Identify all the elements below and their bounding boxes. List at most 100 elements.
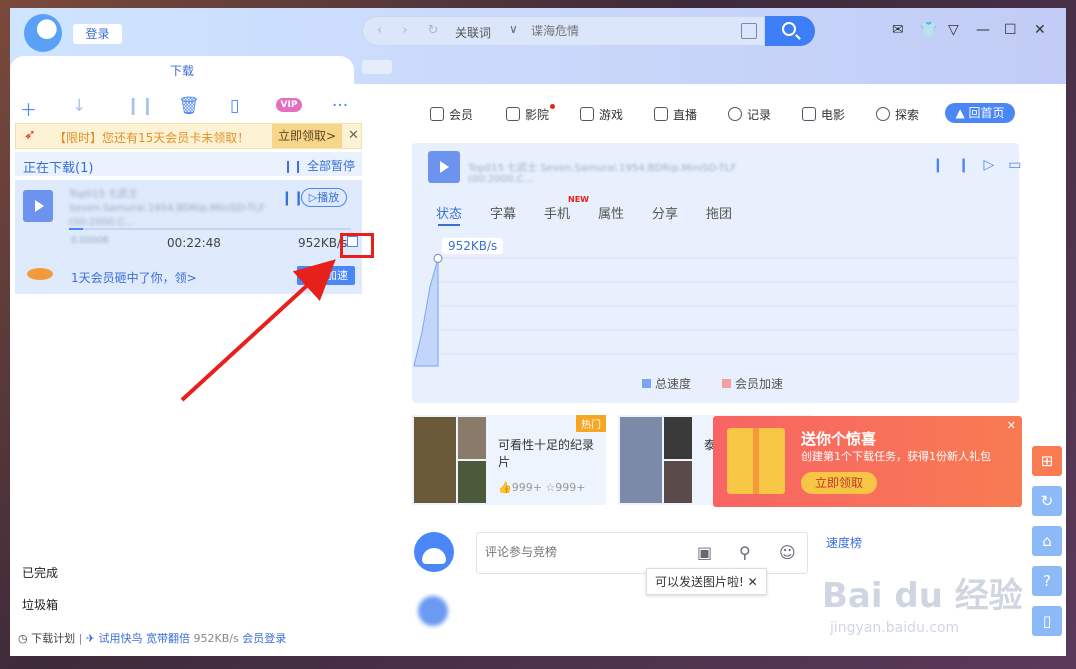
download-plan-link[interactable]: 下载计划 — [31, 632, 75, 645]
nav-explore[interactable]: 探索 — [876, 106, 919, 123]
gift-float-icon[interactable]: ⊞ — [1032, 446, 1062, 476]
download-progress — [69, 228, 351, 230]
tab-ghost[interactable] — [362, 60, 392, 74]
refresh-float-icon[interactable]: ↻ — [1032, 486, 1062, 516]
rank-title[interactable]: 速度榜 — [826, 534, 862, 551]
clock-icon: ◷ — [18, 632, 28, 645]
menu-icon[interactable]: ▽ — [948, 22, 959, 38]
tab-group[interactable]: 拖团 — [706, 203, 732, 222]
nav-arrows-icon[interactable]: ‹ › ↻ — [377, 23, 447, 38]
compass-icon — [876, 107, 890, 121]
play-icon[interactable]: ▷ — [983, 157, 1008, 173]
title-bar: 登录 ‹ › ↻ 关联词 ∨ ✉ 👕 ▽ — ☐ ✕ 下载 — [10, 8, 1066, 86]
video-file-icon — [428, 151, 460, 183]
more-icon[interactable]: ··· — [332, 96, 348, 116]
app-window: 登录 ‹ › ↻ 关联词 ∨ ✉ 👕 ▽ — ☐ ✕ 下载 ＋ ↓ ❙❙ 🗑 ▯… — [10, 8, 1066, 656]
gift-box-icon — [727, 428, 785, 494]
series-total-area — [413, 258, 439, 367]
download-icon[interactable]: ↓ — [72, 96, 86, 116]
recommend-card[interactable]: 热门 可看性十足的纪录片 👍999+ ☆999+ — [412, 415, 606, 505]
nav-cinema[interactable]: 影院 — [506, 104, 555, 123]
tab-underline — [438, 224, 460, 226]
poster-image — [620, 417, 662, 503]
game-icon — [580, 107, 594, 121]
search-button[interactable] — [765, 16, 815, 46]
speed-data-label: 952KB/s — [442, 238, 504, 254]
search-bar: ‹ › ↻ 关联词 ∨ — [362, 16, 765, 46]
completed-link[interactable]: 已完成 — [22, 564, 58, 581]
tab-download[interactable]: 下载 — [10, 56, 354, 86]
trial-link[interactable]: 试用快鸟 宽带翻倍 — [99, 632, 191, 645]
super-accel-button[interactable]: 超级加速 — [297, 266, 355, 285]
chevron-down-icon[interactable]: ∨ — [509, 22, 518, 36]
trash-link[interactable]: 垃圾箱 — [22, 596, 58, 613]
gift-close-icon[interactable]: ✕ — [1007, 419, 1016, 432]
task-file-name: Top015 七武士 Seven.Samurai.1954.BDRip.Mini… — [468, 163, 737, 185]
download-item[interactable]: Top015 七武士 Seven.Samurai.1954.BDRip.Mini… — [15, 180, 362, 294]
gift-claim-button[interactable]: 立即领取 — [801, 472, 877, 494]
promo-close-icon[interactable]: ✕ — [348, 128, 359, 143]
login-button[interactable]: 登录 — [73, 24, 122, 44]
search-input[interactable] — [531, 22, 731, 40]
downloading-header: 正在下载(1) ❙❙ 全部暂停 — [15, 152, 362, 176]
pause-icon[interactable]: ❙❙ — [932, 157, 983, 173]
tooltip-close-icon[interactable]: ✕ — [748, 575, 758, 589]
clipboard-icon[interactable] — [741, 23, 757, 39]
comment-input[interactable] — [485, 545, 685, 559]
minimize-icon[interactable]: — — [976, 22, 990, 38]
trash-icon[interactable]: 🗑 — [178, 96, 200, 116]
legend-swatch-member — [722, 379, 731, 388]
favs-count: 999+ — [555, 481, 586, 494]
likes-count: 999+ — [511, 481, 542, 494]
close-icon[interactable]: ✕ — [1034, 22, 1046, 38]
link-icon[interactable]: ⚲ — [739, 543, 751, 562]
poster-collage — [412, 415, 486, 505]
nav-live[interactable]: 直播 — [654, 106, 697, 123]
legend-member-label: 会员加速 — [735, 377, 784, 391]
home-button[interactable]: ▲ 回首页 — [945, 103, 1015, 123]
mail-icon[interactable]: ✉ — [892, 22, 904, 38]
vip-icon[interactable]: VIP — [276, 98, 302, 112]
nav-live-label: 直播 — [673, 108, 698, 122]
tab-download-label: 下载 — [170, 64, 195, 78]
nav-movie[interactable]: 电影 — [802, 106, 845, 123]
pause-icon[interactable]: ❙❙ — [126, 96, 155, 116]
phone-icon[interactable]: ▯ — [230, 96, 239, 116]
download-toolbar: ＋ ↓ ❙❙ 🗑 ▯ VIP ··· — [10, 94, 362, 122]
remaining-time: 00:22:48 — [167, 236, 221, 250]
nav-history[interactable]: 记录 — [728, 106, 771, 123]
member-login-link[interactable]: 会员登录 — [242, 632, 286, 645]
nav-game[interactable]: 游戏 — [580, 106, 623, 123]
nav-member[interactable]: 会员 — [430, 106, 473, 123]
skin-icon[interactable]: 👕 — [920, 22, 937, 38]
card-title: 可看性十足的纪录片 — [498, 438, 595, 469]
tab-mobile[interactable]: 手机 — [544, 203, 570, 222]
legend-total-label: 总速度 — [655, 377, 692, 391]
new-badge: NEW — [568, 195, 589, 204]
film-icon — [506, 107, 520, 121]
download-progress-fill — [69, 228, 84, 230]
tab-properties[interactable]: 属性 — [598, 203, 624, 222]
ufo-icon — [27, 268, 53, 280]
add-icon[interactable]: ＋ — [20, 96, 37, 121]
promo-claim-button[interactable]: 立即领取> — [272, 124, 342, 148]
maximize-icon[interactable]: ☐ — [1004, 22, 1017, 38]
image-icon[interactable]: ▣ — [697, 543, 712, 562]
phone-float-icon[interactable]: ▯ — [1032, 606, 1062, 636]
search-mode[interactable]: 关联词 — [455, 24, 491, 41]
home-float-icon[interactable]: ⌂ — [1032, 526, 1062, 556]
notification-dot — [550, 104, 555, 109]
member-gift-link[interactable]: 1天会员砸中了你，领> — [71, 269, 197, 286]
pause-all-button[interactable]: ❙❙ 全部暂停 — [283, 157, 355, 174]
emoji-icon[interactable]: ☺ — [779, 543, 796, 562]
screen-icon[interactable]: ▭ — [1008, 157, 1035, 173]
tab-subtitle[interactable]: 字幕 — [490, 203, 516, 222]
tab-status[interactable]: 状态 — [436, 203, 462, 222]
help-float-icon[interactable]: ? — [1032, 566, 1062, 596]
play-button[interactable]: ▷播放 — [301, 188, 347, 207]
file-name: Top015 七武士 Seven.Samurai.1954.BDRip.Mini… — [69, 189, 265, 228]
avatar — [418, 596, 448, 626]
tv-icon — [654, 107, 668, 121]
nav-cinema-label: 影院 — [525, 108, 550, 122]
tab-share[interactable]: 分享 — [652, 203, 678, 222]
